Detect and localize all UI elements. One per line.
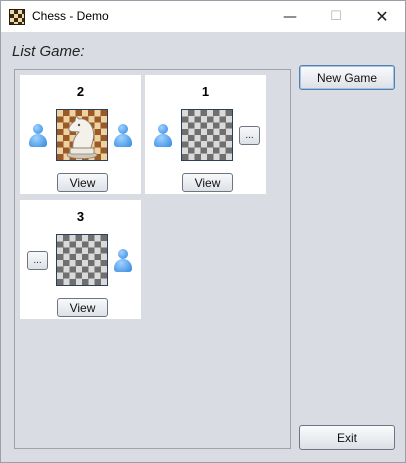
close-button[interactable]: ✕	[359, 1, 405, 32]
game-number: 1	[201, 84, 210, 99]
title-bar[interactable]: Chess - Demo — ☐ ✕	[1, 1, 405, 32]
chess-board-thumbnail	[181, 109, 233, 161]
user-icon	[29, 124, 47, 148]
game-card: 2 View	[20, 75, 141, 194]
game-card: 1 ... View	[145, 75, 266, 194]
join-game-button[interactable]: ...	[239, 126, 260, 145]
new-game-button[interactable]: New Game	[299, 65, 395, 90]
list-game-label: List Game:	[12, 43, 85, 60]
user-icon	[114, 124, 132, 148]
view-game-button[interactable]: View	[57, 173, 108, 192]
window-title: Chess - Demo	[32, 9, 109, 23]
exit-button[interactable]: Exit	[299, 425, 395, 450]
chess-board-thumbnail	[56, 234, 108, 286]
user-icon	[114, 249, 132, 273]
games-list-panel: 2 View 1 ... View 3 ... View	[14, 69, 291, 449]
main-window: Chess - Demo — ☐ ✕ List Game: 2 View 1 .…	[0, 0, 406, 463]
minimize-button[interactable]: —	[267, 1, 313, 32]
knight-piece-icon	[66, 115, 98, 159]
minimize-icon: —	[283, 8, 297, 25]
game-card: 3 ... View	[20, 200, 141, 319]
join-game-button[interactable]: ...	[27, 251, 48, 270]
game-number: 2	[76, 84, 85, 99]
close-icon: ✕	[375, 7, 389, 26]
chess-app-icon	[9, 9, 25, 25]
user-icon	[154, 124, 172, 148]
maximize-button[interactable]: ☐	[313, 1, 359, 32]
chess-board-thumbnail	[56, 109, 108, 161]
view-game-button[interactable]: View	[182, 173, 233, 192]
maximize-icon: ☐	[330, 9, 342, 24]
game-number: 3	[76, 209, 85, 224]
view-game-button[interactable]: View	[57, 298, 108, 317]
